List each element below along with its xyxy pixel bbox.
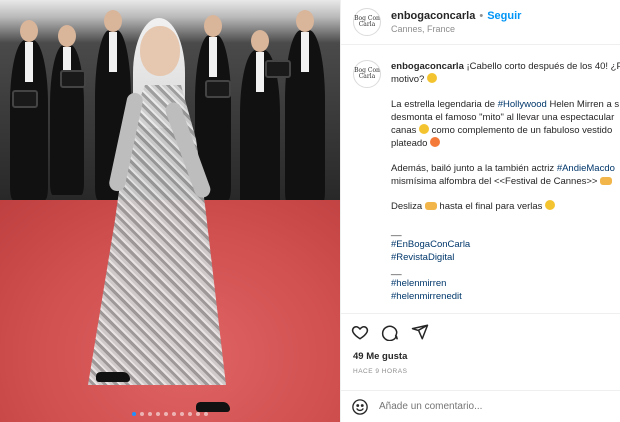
carousel-dot[interactable] — [196, 412, 200, 416]
header-separator: • — [479, 10, 484, 22]
like-count[interactable]: 49 Me gusta — [353, 351, 407, 362]
post-timestamp[interactable]: HACE 9 HORAS — [353, 368, 407, 375]
caption-line: hasta el final para verlas — [436, 201, 546, 212]
hashtag-link[interactable]: #Hollywood — [498, 99, 547, 110]
caption-line: Helen Mirren a s — [546, 99, 620, 110]
caption-line: mismísima alfombra del <<Festival de Can… — [391, 176, 601, 187]
left-shoe — [96, 372, 130, 382]
caption-avatar[interactable]: Bog Con Carla — [353, 60, 381, 88]
smiley-icon[interactable] — [351, 398, 369, 416]
woman-head — [140, 26, 180, 76]
post-photo[interactable] — [0, 0, 340, 422]
hashtag-link[interactable]: #helenmirrenedit — [391, 290, 620, 303]
post-location[interactable]: Cannes, France — [391, 24, 521, 34]
hashtag-link[interactable]: #AndieMacdo — [557, 163, 615, 174]
account-avatar[interactable]: Bog Con Carla — [353, 8, 381, 36]
avatar-logo-text: Bog Con Carla — [354, 67, 380, 80]
heart-eyes-emoji-icon — [430, 137, 441, 147]
follow-button[interactable]: Seguir — [487, 10, 521, 22]
grin-emoji-icon — [419, 124, 429, 134]
caption-rule: __ — [391, 226, 402, 237]
carousel-dot[interactable] — [132, 412, 136, 416]
caption-line: La estrella legendaria de — [391, 99, 498, 110]
avatar-logo-text: Bog Con Carla — [354, 15, 380, 28]
hugging-emoji-icon — [545, 200, 556, 210]
post-side-panel: Bog Con Carla enbogaconcarla • Seguir Ca… — [340, 0, 620, 422]
comment-icon[interactable] — [381, 323, 399, 341]
caption-rule: __ — [391, 265, 402, 276]
caption-line: canas — [391, 125, 419, 136]
carousel-indicator — [0, 412, 340, 416]
caption-line: Además, bailó junto a la también actriz — [391, 163, 557, 174]
carousel-dot[interactable] — [172, 412, 176, 416]
carousel-dot[interactable] — [180, 412, 184, 416]
heart-icon[interactable] — [351, 323, 369, 341]
caption-line: ¡Cabello corto después de los 40! ¿Po — [466, 61, 620, 72]
carousel-dot[interactable] — [164, 412, 168, 416]
caption-line: como complemento de un fabuloso vestido — [429, 125, 613, 136]
hashtag-link[interactable]: #RevistaDigital — [391, 251, 620, 264]
hashtag-link[interactable]: #EnBogaConCarla — [391, 238, 620, 251]
comment-input[interactable] — [379, 401, 599, 412]
caption-area: Bog Con Carla enbogaconcarla ¡Cabello co… — [341, 46, 620, 312]
carousel-dot[interactable] — [156, 412, 160, 416]
caption-line: Desliza — [391, 201, 425, 212]
hashtag-link[interactable]: #helenmirren — [391, 277, 620, 290]
smirk-emoji-icon — [426, 73, 437, 83]
caption-username[interactable]: enbogaconcarla — [391, 61, 464, 72]
carousel-dot[interactable] — [140, 412, 144, 416]
caption-text: enbogaconcarla ¡Cabello corto después de… — [391, 60, 620, 312]
share-icon[interactable] — [411, 323, 429, 341]
caption-line: desmonta el famoso "mito" al llevar una … — [391, 112, 615, 123]
post-header: Bog Con Carla enbogaconcarla • Seguir Ca… — [341, 0, 620, 45]
pointing-right-emoji-icon — [424, 202, 437, 210]
clap-emoji-icon — [600, 177, 613, 185]
caption-line: motivo? — [391, 74, 427, 85]
carousel-dot[interactable] — [204, 412, 208, 416]
carousel-dot[interactable] — [188, 412, 192, 416]
header-username[interactable]: enbogaconcarla — [391, 10, 475, 22]
carousel-dot[interactable] — [148, 412, 152, 416]
caption-line: plateado — [391, 138, 431, 149]
right-shoe — [196, 402, 230, 412]
comment-bar — [341, 390, 620, 422]
post-actions — [341, 313, 620, 349]
